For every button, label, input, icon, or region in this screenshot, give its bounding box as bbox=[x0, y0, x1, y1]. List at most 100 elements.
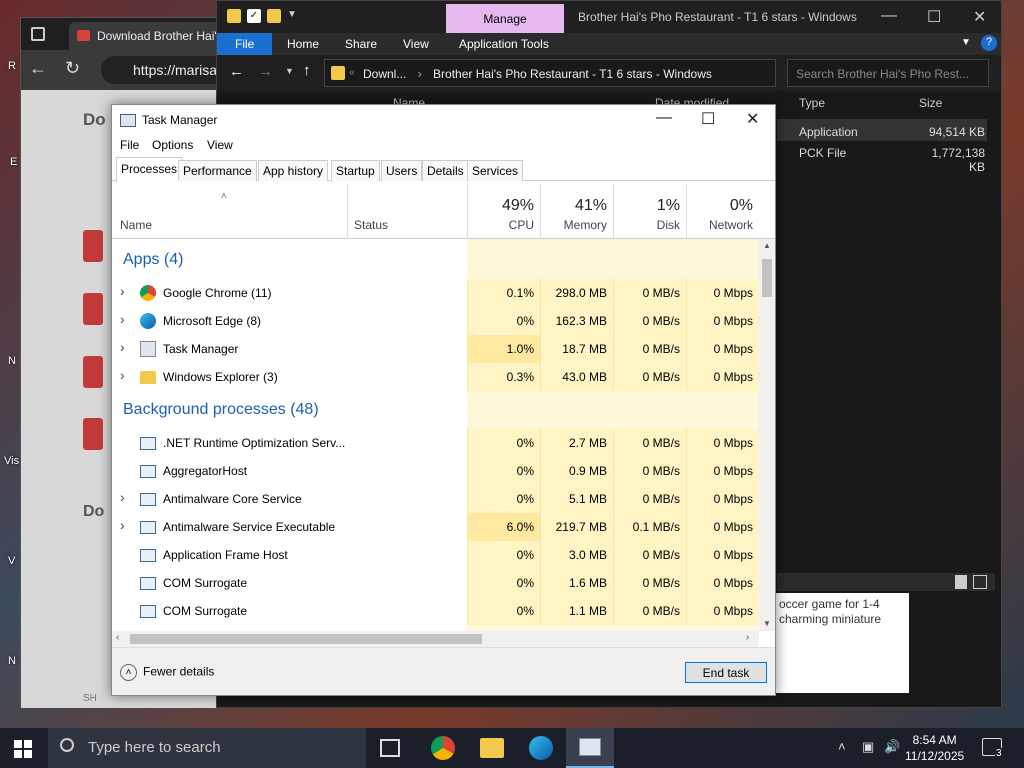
edge-icon[interactable] bbox=[529, 736, 553, 760]
ribbon-tab-view[interactable]: View bbox=[403, 37, 429, 51]
volume-icon[interactable]: 🔊 bbox=[884, 739, 900, 755]
disk-total: 1% bbox=[656, 197, 680, 214]
breadcrumb-current[interactable]: Brother Hai's Pho Restaurant - T1 6 star… bbox=[433, 67, 712, 81]
process-row[interactable]: 1.0% 18.7 MB 0 MB/s 0 Mbps › Task Manager bbox=[112, 335, 759, 363]
process-row[interactable]: 0% 3.0 MB 0 MB/s 0 Mbps Application Frame Ho… bbox=[112, 541, 759, 569]
horizontal-scrollbar[interactable]: ‹ › bbox=[112, 631, 759, 647]
chevron-up-icon[interactable]: ˄ bbox=[838, 739, 846, 754]
scroll-thumb[interactable] bbox=[762, 259, 772, 297]
close-icon[interactable]: ✕ bbox=[973, 7, 986, 27]
ribbon-tab-application-tools[interactable]: Application Tools bbox=[459, 37, 549, 51]
download-button[interactable] bbox=[83, 356, 103, 388]
process-row[interactable]: 0% 2.7 MB 0 MB/s 0 Mbps .NET Runtime Optimiz… bbox=[112, 429, 759, 457]
process-row[interactable]: 0.3% 43.0 MB 0 MB/s 0 Mbps › Windows Explorer… bbox=[112, 363, 759, 391]
search-input[interactable]: Search Brother Hai's Pho Rest... bbox=[787, 59, 989, 87]
up-arrow-icon[interactable]: ↑ bbox=[303, 62, 311, 79]
chrome-icon[interactable] bbox=[431, 736, 455, 760]
task-view-icon[interactable] bbox=[380, 739, 400, 757]
taskbar-search-input[interactable]: Type here to search bbox=[48, 728, 366, 768]
back-arrow-icon[interactable]: ← bbox=[229, 63, 244, 80]
column-header-size[interactable]: Size bbox=[919, 96, 942, 110]
expand-chevron-icon[interactable]: › bbox=[120, 517, 125, 533]
file-type: PCK File bbox=[799, 146, 847, 160]
ribbon-tab-share[interactable]: Share bbox=[345, 37, 377, 51]
close-icon[interactable]: ✕ bbox=[746, 109, 759, 129]
expand-chevron-icon[interactable]: › bbox=[120, 367, 125, 383]
file-explorer-icon[interactable] bbox=[480, 738, 504, 758]
scroll-up-icon[interactable]: ▲ bbox=[763, 241, 771, 250]
menu-options[interactable]: Options bbox=[152, 138, 193, 152]
ribbon-tab-home[interactable]: Home bbox=[287, 37, 319, 51]
column-header-network[interactable]: 0% Network bbox=[686, 185, 759, 239]
recent-locations-icon[interactable]: ▼ bbox=[285, 66, 294, 76]
address-bar[interactable]: « Downl... › Brother Hai's Pho Restauran… bbox=[324, 59, 776, 87]
file-type: Application bbox=[799, 125, 858, 139]
breadcrumb-prefix[interactable]: Downl... bbox=[363, 67, 406, 81]
process-row[interactable]: 0% 5.1 MB 0 MB/s 0 Mbps › Antimalware Core Se… bbox=[112, 485, 759, 513]
tab-actions-icon[interactable] bbox=[31, 27, 45, 41]
task-manager-taskbar-button[interactable] bbox=[566, 728, 614, 768]
end-task-button[interactable]: End task bbox=[685, 662, 767, 683]
vertical-scrollbar[interactable]: ▲ ▼ bbox=[759, 239, 775, 631]
scroll-thumb[interactable] bbox=[130, 634, 482, 644]
tab-services[interactable]: Services bbox=[467, 160, 524, 181]
column-header-name[interactable]: Name bbox=[120, 218, 152, 232]
column-header-status[interactable]: Status bbox=[347, 185, 467, 239]
browser-tab[interactable]: Download Brother Hai' bbox=[69, 22, 239, 50]
group-header-apps: Apps (4) bbox=[123, 251, 184, 268]
tab-processes[interactable]: Processes bbox=[116, 157, 183, 182]
menu-view[interactable]: View bbox=[207, 138, 233, 152]
scroll-right-icon[interactable]: › bbox=[746, 632, 749, 643]
process-row[interactable]: 0.1% 298.0 MB 0 MB/s 0 Mbps › Google Chrome (… bbox=[112, 279, 759, 307]
minimize-icon[interactable]: — bbox=[881, 7, 897, 25]
menu-file[interactable]: File bbox=[120, 138, 139, 152]
forward-arrow-icon[interactable]: → bbox=[258, 63, 273, 80]
process-row[interactable]: 0% 1.6 MB 0 MB/s 0 Mbps COM Surrogate bbox=[112, 569, 759, 597]
download-button[interactable] bbox=[83, 418, 103, 450]
chevron-down-icon[interactable]: ▼ bbox=[961, 37, 971, 48]
expand-chevron-icon[interactable]: › bbox=[120, 489, 125, 505]
process-row[interactable]: 0% 162.3 MB 0 MB/s 0 Mbps › Microsoft Edge (8… bbox=[112, 307, 759, 335]
maximize-icon[interactable]: ☐ bbox=[701, 109, 715, 129]
tab-app-history[interactable]: App history bbox=[258, 160, 329, 181]
chevron-down-icon[interactable]: ▼ bbox=[287, 9, 297, 23]
details-view-icon[interactable] bbox=[955, 575, 967, 589]
windows-start-icon[interactable] bbox=[14, 740, 32, 758]
reload-icon[interactable]: ↻ bbox=[65, 58, 80, 79]
expand-chevron-icon[interactable]: › bbox=[120, 311, 125, 327]
page-heading: Do bbox=[83, 110, 106, 129]
help-icon[interactable]: ? bbox=[981, 35, 997, 51]
download-button[interactable] bbox=[83, 293, 103, 325]
column-header-cpu[interactable]: 49% CPU bbox=[467, 185, 540, 239]
expand-chevron-icon[interactable]: › bbox=[120, 283, 125, 299]
network-icon[interactable]: ▣ bbox=[862, 739, 874, 755]
folder-icon[interactable] bbox=[227, 9, 241, 23]
system-clock[interactable]: 8:54 AM 11/12/2025 bbox=[905, 732, 964, 764]
properties-icon[interactable]: ✓ bbox=[247, 9, 261, 23]
task-manager-window[interactable]: Task Manager — ☐ ✕ File Options View Pro… bbox=[111, 104, 776, 696]
scroll-down-icon[interactable]: ▼ bbox=[763, 619, 771, 628]
process-row[interactable]: 6.0% 219.7 MB 0.1 MB/s 0 Mbps › Antimalware S… bbox=[112, 513, 759, 541]
tab-users[interactable]: Users bbox=[381, 160, 423, 181]
file-size: 1,772,138 KB bbox=[931, 146, 985, 174]
back-arrow-icon[interactable]: ← bbox=[29, 58, 47, 79]
scroll-left-icon[interactable]: ‹ bbox=[116, 632, 119, 643]
manage-tab[interactable]: Manage bbox=[446, 4, 564, 33]
download-button[interactable] bbox=[83, 230, 103, 262]
column-header-disk[interactable]: 1% Disk bbox=[613, 185, 686, 239]
expand-chevron-icon[interactable]: › bbox=[120, 339, 125, 355]
minimize-icon[interactable]: — bbox=[656, 109, 672, 127]
process-row[interactable]: 0% 0.9 MB 0 MB/s 0 Mbps AggregatorHost bbox=[112, 457, 759, 485]
column-header-memory[interactable]: 41% Memory bbox=[540, 185, 613, 239]
new-folder-icon[interactable] bbox=[267, 9, 281, 23]
tab-startup[interactable]: Startup bbox=[331, 160, 380, 181]
large-icons-view-icon[interactable] bbox=[973, 575, 987, 589]
process-row[interactable]: 0% 1.1 MB 0 MB/s 0 Mbps COM Surrogate bbox=[112, 597, 759, 625]
tab-performance[interactable]: Performance bbox=[178, 160, 257, 181]
ribbon-tab-file[interactable]: File bbox=[217, 33, 272, 55]
column-header-type[interactable]: Type bbox=[799, 96, 825, 110]
maximize-icon[interactable]: ☐ bbox=[927, 7, 941, 27]
tab-details[interactable]: Details bbox=[422, 160, 469, 181]
process-disk: 0 MB/s bbox=[613, 363, 686, 391]
fewer-details-button[interactable]: ˄ Fewer details bbox=[120, 664, 214, 681]
